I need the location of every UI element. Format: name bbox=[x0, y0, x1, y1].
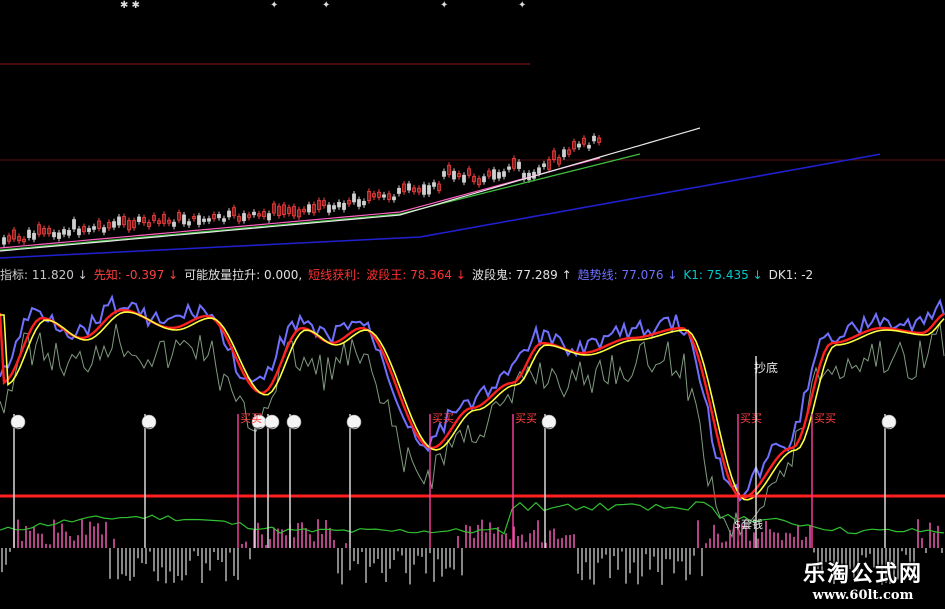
indicator-value: 趋势线: 77.076 ↓ bbox=[577, 268, 678, 282]
indicator-value: 指标: 11.820 ↓ bbox=[0, 268, 88, 282]
candle-body bbox=[492, 169, 496, 180]
oscillator-line-blue bbox=[0, 294, 945, 503]
candle-body bbox=[362, 200, 366, 206]
candle-body bbox=[342, 202, 346, 210]
candle-body bbox=[352, 193, 356, 203]
candle-body bbox=[482, 176, 486, 183]
candle-body bbox=[77, 228, 81, 236]
candle-body bbox=[537, 167, 541, 174]
candle-body bbox=[57, 232, 61, 239]
buy-signal-label: 买买 bbox=[740, 412, 762, 425]
smiley-glyph: ‿ bbox=[542, 416, 553, 429]
candle-body bbox=[577, 143, 581, 148]
candle-body bbox=[587, 144, 591, 149]
candle-body bbox=[182, 214, 186, 225]
buy-signal-label: 买买 bbox=[814, 412, 836, 425]
candle-body bbox=[217, 214, 221, 219]
candle-body bbox=[502, 171, 506, 177]
indicator-value: DK1: -2 bbox=[768, 268, 814, 282]
candle-body bbox=[442, 171, 446, 177]
smiley-glyph: ‿ bbox=[347, 416, 358, 429]
watermark: 乐淘公式网 www.60lt.com bbox=[803, 556, 923, 603]
watermark-name: 乐淘公式网 bbox=[802, 562, 923, 587]
smiley-glyph: ‿ bbox=[265, 416, 276, 429]
smiley-glyph: ‿ bbox=[882, 416, 893, 429]
candle-body bbox=[517, 161, 521, 169]
money-signal-label: $套钱 bbox=[734, 517, 763, 531]
candle-body bbox=[507, 166, 511, 170]
price-candlestick-pane[interactable] bbox=[0, 0, 945, 262]
smiley-glyph: ‿ bbox=[287, 416, 298, 429]
candle-body bbox=[267, 213, 271, 221]
candle-body bbox=[422, 184, 426, 195]
candle-body bbox=[542, 163, 546, 167]
indicator-readout-bar: 指标: 11.820 ↓ 先知: -0.397 ↓ 可能放量拉升: 0.000, 短线… bbox=[0, 264, 945, 286]
smiley-glyph: ‿ bbox=[11, 416, 22, 429]
indicator-value: 短线获利: bbox=[308, 268, 361, 282]
buy-signal-label: 买买 bbox=[515, 412, 537, 425]
candle-body bbox=[222, 218, 226, 222]
watermark-url: www.60lt.com bbox=[812, 588, 914, 603]
candle-body bbox=[562, 149, 566, 158]
candle-body bbox=[332, 205, 336, 210]
candle-body bbox=[242, 213, 246, 222]
candle-body bbox=[497, 172, 501, 179]
candle-body bbox=[117, 216, 121, 226]
candle-body bbox=[62, 229, 66, 235]
candle-body bbox=[432, 182, 436, 187]
candle-body bbox=[452, 170, 456, 180]
candle-body bbox=[397, 187, 401, 194]
candle-body bbox=[137, 216, 141, 222]
stock-chart-window: ✱ ✱ ✦ ✦ ✦ ✦ 指标: 11.820 ↓ 先知: -0.397 ↓ 可能放量… bbox=[0, 0, 945, 609]
indicator-value: 波段王: 78.364 ↓ bbox=[366, 268, 466, 282]
candle-body bbox=[427, 185, 431, 195]
long-moving-average-line bbox=[0, 153, 881, 259]
bottom-signal-label: 抄底 bbox=[754, 360, 778, 375]
candle-body bbox=[92, 226, 96, 230]
candle-body bbox=[202, 218, 206, 222]
candle-body bbox=[382, 194, 386, 198]
candle-body bbox=[67, 230, 71, 236]
candle-body bbox=[337, 201, 341, 208]
candle-body bbox=[227, 210, 231, 218]
candle-body bbox=[462, 174, 466, 183]
candle-body bbox=[207, 218, 211, 222]
candle-body bbox=[307, 204, 311, 213]
indicator-value: K1: 75.435 ↓ bbox=[683, 268, 763, 282]
candle-body bbox=[357, 199, 361, 207]
candle-body bbox=[72, 219, 76, 230]
moving-average-line bbox=[0, 157, 601, 249]
candle-body bbox=[172, 221, 176, 227]
candle-body bbox=[592, 135, 596, 142]
indicator-value: 先知: -0.397 ↓ bbox=[93, 268, 179, 282]
candle-body bbox=[2, 237, 6, 245]
candle-body bbox=[32, 232, 36, 240]
smiley-glyph: ‿ bbox=[142, 416, 153, 429]
candle-body bbox=[392, 196, 396, 201]
candle-body bbox=[52, 232, 56, 238]
candle-body bbox=[112, 221, 116, 228]
candle-body bbox=[197, 215, 201, 225]
buy-signal-label: 买买 bbox=[432, 412, 454, 425]
candle-body bbox=[252, 211, 256, 216]
buy-signal-label: 买买 bbox=[240, 412, 262, 425]
candle-body bbox=[87, 228, 91, 232]
volume-trend-line bbox=[0, 501, 945, 535]
candle-body bbox=[187, 221, 191, 226]
candle-body bbox=[102, 227, 106, 233]
candle-body bbox=[27, 229, 31, 238]
candle-body bbox=[327, 204, 331, 213]
candle-body bbox=[407, 183, 411, 191]
indicator-value: 波段鬼: 77.289 ↑ bbox=[471, 268, 572, 282]
indicator-value: 可能放量拉升: 0.000, bbox=[184, 268, 303, 282]
